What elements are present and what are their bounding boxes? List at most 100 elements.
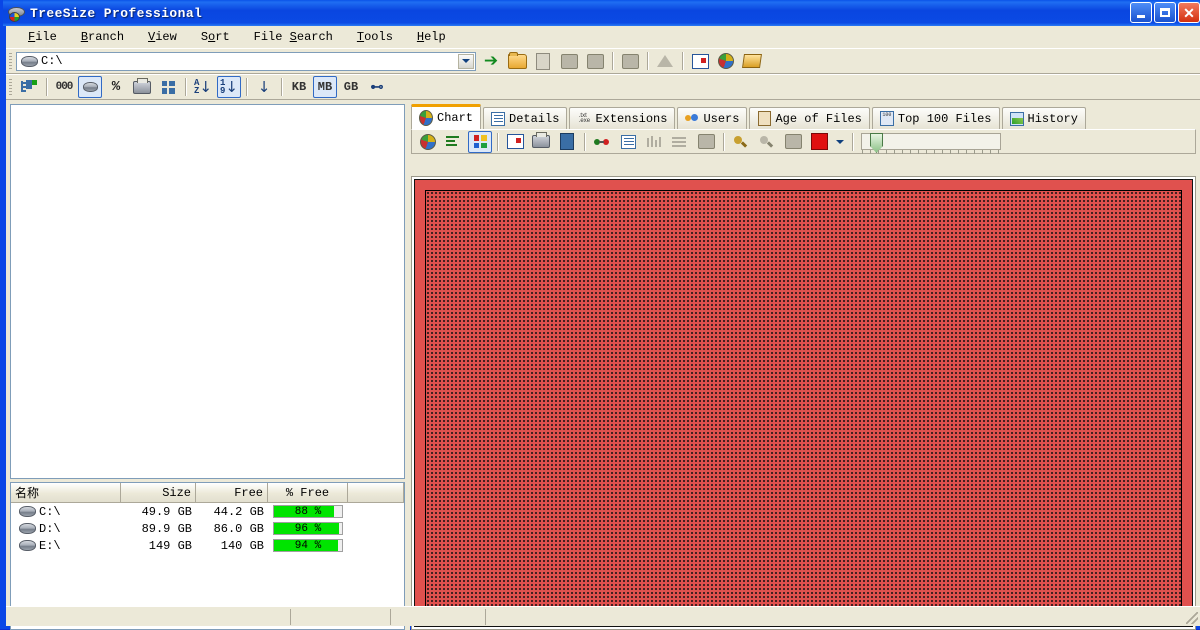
slider-ticks (862, 150, 1000, 154)
tab-users[interactable]: Users (677, 107, 748, 129)
square-fill-button[interactable] (694, 131, 718, 153)
expand-collapse-button[interactable]: ⊷ (365, 76, 389, 98)
drive-icon (21, 55, 38, 67)
status-panel-4 (486, 609, 1200, 625)
chart-panel[interactable] (411, 176, 1196, 630)
shape-icon (784, 134, 802, 149)
print-icon (532, 132, 550, 148)
column-header-pct-free[interactable]: % Free (268, 483, 348, 502)
sort-direction-button[interactable]: ↓ (252, 76, 276, 98)
toolbar-separator (584, 132, 585, 151)
column-chart-button[interactable] (642, 131, 666, 153)
copy-chart-button[interactable] (503, 131, 527, 153)
tab-history[interactable]: History (1001, 107, 1086, 129)
bar-chart-icon (446, 135, 462, 149)
chart-color-dropdown[interactable] (833, 131, 847, 153)
numbers-icon: 000 (55, 81, 74, 93)
unit-kb-button[interactable]: KB (287, 76, 311, 98)
menu-item-tools[interactable]: Tools (345, 28, 405, 46)
right-pane: Chart Details .txt .exe Extensions Users… (411, 104, 1196, 630)
menu-item-sort[interactable]: Sort (189, 28, 242, 46)
menu-item-view[interactable]: View (136, 28, 189, 46)
bar-chart-button[interactable] (442, 131, 466, 153)
table-row[interactable]: C:\ 49.9 GB 44.2 GB 88 % (11, 503, 404, 520)
chevron-down-icon (462, 59, 470, 63)
export-button[interactable] (714, 50, 738, 72)
pct-free-bar: 88 % (273, 505, 343, 518)
toolbar-grip[interactable] (9, 79, 12, 95)
toolbar-separator (246, 78, 247, 96)
pct-free-bar: 96 % (273, 522, 343, 535)
maximize-button[interactable] (1154, 2, 1176, 23)
shape-button[interactable] (781, 131, 805, 153)
report-button[interactable] (688, 50, 712, 72)
close-button[interactable]: ✕ (1178, 2, 1200, 23)
unit-mb-button[interactable]: MB (313, 76, 337, 98)
details-grid-button[interactable] (156, 76, 180, 98)
sort-alpha-button[interactable]: A Z ↓ (191, 76, 215, 98)
sort-down-icon: ↓ (225, 78, 238, 96)
3d-view-button[interactable] (590, 131, 614, 153)
treemap-button[interactable] (468, 130, 492, 153)
tab-details[interactable]: Details (483, 107, 568, 129)
move-button[interactable] (557, 50, 581, 72)
tab-top-100-files[interactable]: 100 Top 100 Files (871, 107, 1000, 129)
chart-depth-slider[interactable] (861, 133, 1001, 154)
open-folder-button[interactable] (505, 50, 529, 72)
size-mode-button[interactable] (78, 76, 102, 98)
minimize-button[interactable] (1130, 2, 1152, 23)
table-row[interactable]: E:\ 149 GB 140 GB 94 % (11, 537, 404, 554)
unit-gb-button[interactable]: GB (339, 76, 363, 98)
scan-refresh-button[interactable]: ➔ (479, 50, 503, 72)
unit-kb-label: KB (291, 80, 307, 94)
treemap-chart[interactable] (414, 179, 1193, 627)
column-header-free[interactable]: Free (196, 483, 268, 502)
treemap-chart-plot[interactable] (425, 190, 1182, 616)
menu-bar: File Branch View Sort File Search Tools … (6, 26, 1200, 48)
home-button[interactable] (653, 50, 677, 72)
menu-item-file[interactable]: File (16, 28, 69, 46)
chart-toolbar (411, 129, 1196, 154)
resize-grip-icon[interactable] (1186, 612, 1198, 624)
percent-button[interactable]: % (104, 76, 128, 98)
pie-chart-button[interactable] (416, 131, 440, 153)
page-button[interactable] (531, 50, 555, 72)
toolbar-separator (647, 52, 648, 70)
column-header-size[interactable]: Size (121, 483, 196, 502)
tab-history-label: History (1027, 111, 1078, 126)
search-folder-button[interactable] (740, 50, 764, 72)
toolbar-grip[interactable] (9, 53, 12, 69)
menu-item-file-search[interactable]: File Search (242, 28, 345, 46)
address-dropdown-button[interactable] (458, 53, 474, 69)
column-header-extra[interactable] (348, 483, 404, 502)
tab-age-of-files[interactable]: Age of Files (749, 107, 870, 129)
tab-chart[interactable]: Chart (411, 104, 482, 129)
menu-item-help[interactable]: Help (405, 28, 458, 46)
tab-age-label: Age of Files (775, 111, 862, 126)
delete-button[interactable] (618, 50, 642, 72)
column-header-name[interactable]: 名称 (11, 483, 121, 502)
legend-button[interactable] (616, 131, 640, 153)
copy-button[interactable] (583, 50, 607, 72)
chart-color-button[interactable] (807, 131, 831, 153)
vertical-splitter[interactable] (405, 104, 410, 630)
expand-tree-button[interactable] (17, 76, 41, 98)
view-toolbar: 000 % A Z ↓ 1 9 ↓ ↓ KB MB GB ⊷ (6, 74, 1200, 100)
app-icon (7, 5, 25, 22)
users-icon (685, 112, 699, 126)
drive-size: 89.9 GB (141, 521, 192, 536)
allocated-button[interactable] (130, 76, 154, 98)
sort-numeric-button[interactable]: 1 9 ↓ (217, 76, 241, 98)
print-chart-button[interactable] (529, 131, 553, 153)
save-chart-button[interactable] (555, 131, 579, 153)
menu-item-branch[interactable]: Branch (69, 28, 136, 46)
directory-tree-panel[interactable] (10, 104, 405, 479)
address-input[interactable]: C:\ (16, 51, 476, 71)
numbers-button[interactable]: 000 (52, 76, 76, 98)
table-row[interactable]: D:\ 89.9 GB 86.0 GB 96 % (11, 520, 404, 537)
zoom-out-button[interactable] (755, 131, 779, 153)
zoom-in-button[interactable] (729, 131, 753, 153)
client-area: File Branch View Sort File Search Tools … (6, 26, 1200, 630)
line-chart-button[interactable] (668, 131, 692, 153)
tab-extensions[interactable]: .txt .exe Extensions (569, 107, 676, 129)
